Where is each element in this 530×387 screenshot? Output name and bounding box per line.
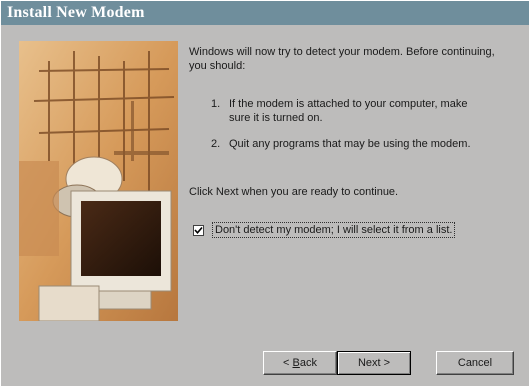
step-number: 1. (211, 98, 221, 110)
install-modem-window: Install New Modem Windows will now try t… (0, 0, 530, 387)
wizard-illustration (19, 41, 178, 321)
step-item: 1. If the modem is attached to your comp… (211, 97, 491, 125)
step-item: 2. Quit any programs that may be using t… (211, 137, 491, 151)
intro-text: Windows will now try to detect your mode… (189, 46, 495, 72)
window-title: Install New Modem (1, 1, 529, 25)
modem-wizard-art-icon (19, 41, 178, 321)
step-text: Quit any programs that may be using the … (229, 138, 471, 150)
dont-detect-label[interactable]: Don't detect my modem; I will select it … (212, 222, 456, 238)
checkmark-icon (194, 226, 203, 234)
next-button[interactable]: Next > (337, 351, 411, 375)
cancel-button[interactable]: Cancel (436, 351, 514, 375)
back-button[interactable]: < Back (263, 351, 337, 375)
step-number: 2. (211, 138, 221, 150)
step-text: If the modem is attached to your compute… (229, 98, 468, 124)
continue-instruction: Click Next when you are ready to continu… (189, 186, 399, 198)
dont-detect-checkbox[interactable] (193, 224, 204, 236)
dont-detect-checkbox-row[interactable]: Don't detect my modem; I will select it … (193, 222, 456, 238)
